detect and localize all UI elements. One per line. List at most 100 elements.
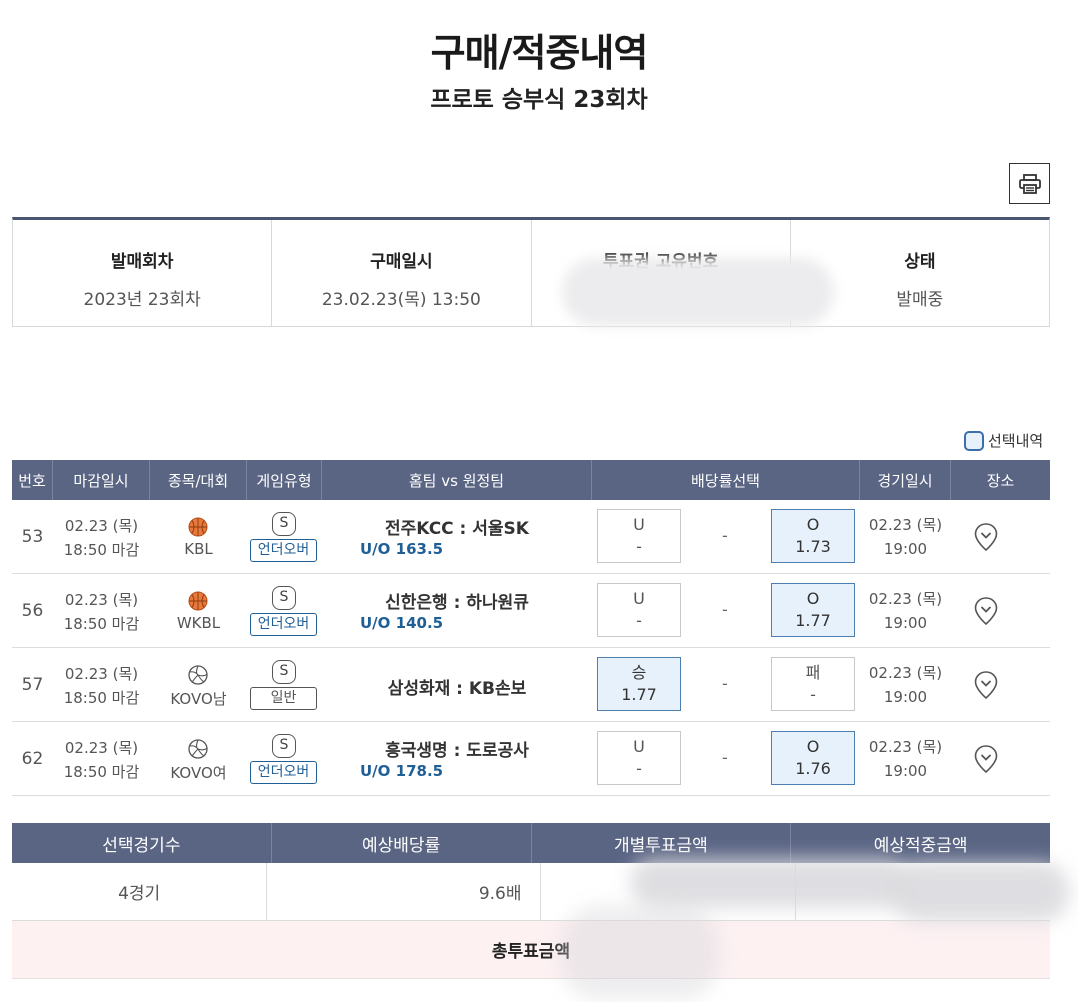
row-game-type: S 일반 [247, 648, 322, 721]
purchase-info-table: 발매회차 2023년 23회차 구매일시 23.02.23(목) 13:50 투… [12, 217, 1050, 327]
odds-value: 1.77 [795, 611, 831, 630]
row-match: 전주KCC : 서울SK [385, 519, 529, 539]
row-odds: U - - O 1.77 [592, 574, 860, 647]
page-subtitle: 프로토 승부식 23회차 [430, 87, 648, 113]
row-odds: U - - O 1.73 [592, 500, 860, 573]
odds-option-right[interactable]: O 1.73 [771, 509, 855, 563]
odds-option-left[interactable]: U- [597, 509, 681, 563]
summary-games-count: 4경기 [12, 863, 268, 920]
col-game-date: 경기일시 [860, 460, 951, 500]
volleyball-icon [188, 665, 208, 685]
total-amount-label: 총투표금액 [491, 942, 571, 962]
special-icon: S [272, 512, 296, 536]
map-pin-icon[interactable] [973, 596, 999, 626]
row-venue [951, 722, 1050, 795]
selection-legend-swatch [964, 430, 984, 451]
row-match: 신한은행 : 하나원큐 [385, 593, 529, 613]
map-pin-icon[interactable] [973, 670, 999, 700]
row-game-day: 02.23 (목) [868, 738, 943, 756]
row-game-time: 19:00 [883, 540, 928, 558]
row-teams: 전주KCC : 서울SK U/O 163.5 [322, 500, 592, 573]
row-teams: 흥국생명 : 도로공사 U/O 178.5 [322, 722, 592, 795]
info-purchase-date-label: 구매일시 [370, 252, 433, 272]
row-teams: 삼성화재 : KB손보 [322, 648, 592, 721]
page-title: 구매/적중내역 [430, 31, 649, 75]
odds-option-right[interactable]: O 1.77 [771, 583, 855, 637]
row-game-day: 02.23 (목) [868, 590, 943, 608]
row-venue [951, 500, 1050, 573]
row-sport: KOVO여 [150, 722, 247, 795]
row-venue [951, 648, 1050, 721]
row-deadline-time: 18:50 마감 [63, 689, 140, 707]
summary-expected-rate: 9.6배 [267, 863, 541, 920]
row-deadline: 02.23 (목) 18:50 마감 [53, 648, 150, 721]
row-number: 62 [21, 748, 44, 769]
basketball-icon [188, 591, 208, 611]
row-handicap: U/O 163.5 [360, 540, 444, 558]
row-game-time: 19:00 [883, 614, 928, 632]
map-pin-icon[interactable] [973, 744, 999, 774]
odds-value: 1.77 [621, 685, 657, 704]
table-row: 53 02.23 (목) 18:50 마감 KBL S 언더오버 전주KCC : 서울SK U… [12, 500, 1050, 574]
info-status: 상태 발매중 [791, 220, 1049, 326]
odds-label: U [633, 737, 645, 756]
row-odds: 승 1.77- 패 - [592, 648, 860, 721]
odds-label: O [806, 589, 820, 608]
row-deadline: 02.23 (목) 18:50 마감 [53, 722, 150, 795]
amount-redaction-1 [630, 858, 910, 908]
odds-label: U [633, 589, 645, 608]
special-icon: S [272, 586, 296, 610]
odds-option-left[interactable]: U- [597, 583, 681, 637]
game-type-tag: 언더오버 [250, 761, 317, 784]
odds-option-left[interactable]: U- [597, 731, 681, 785]
odds-option-right[interactable]: O 1.76 [771, 731, 855, 785]
info-purchase-date: 구매일시 23.02.23(목) 13:50 [272, 220, 532, 326]
row-deadline: 02.23 (목) 18:50 마감 [53, 500, 150, 573]
special-icon: S [272, 660, 296, 684]
odds-value: - [636, 759, 642, 778]
row-sport: KOVO남 [150, 648, 247, 721]
row-game-date: 02.23 (목) 19:00 [860, 574, 951, 647]
row-game-type: S 언더오버 [247, 722, 322, 795]
game-type-tag: 언더오버 [250, 539, 317, 562]
row-game-day: 02.23 (목) [868, 664, 943, 682]
col-deadline: 마감일시 [53, 460, 150, 500]
row-teams: 신한은행 : 하나원큐 U/O 140.5 [322, 574, 592, 647]
col-game-type: 게임유형 [247, 460, 322, 500]
col-teams: 홈팀 vs 원정팀 [322, 460, 592, 500]
table-row: 57 02.23 (목) 18:50 마감 KOVO남 S 일반 삼성화재 : KB손보 승 1… [12, 648, 1050, 722]
odds-option-right[interactable]: 패- [771, 657, 855, 711]
odds-option-left[interactable]: 승 1.77 [597, 657, 681, 711]
row-number: 56 [21, 600, 44, 621]
col-sport: 종목/대회 [150, 460, 247, 500]
print-button[interactable] [1009, 163, 1050, 204]
volleyball-icon [188, 739, 208, 759]
odds-label: O [806, 737, 820, 756]
printer-icon [1018, 173, 1041, 194]
odds-label: O [806, 515, 820, 534]
map-pin-icon[interactable] [973, 522, 999, 552]
basketball-icon [188, 517, 208, 537]
special-icon: S [272, 734, 296, 758]
summary-col-individual: 개별투표금액 [532, 823, 792, 863]
odds-label: 승 [631, 663, 647, 682]
odds-draw: - [722, 674, 728, 693]
summary-col-rate: 예상배당률 [272, 823, 532, 863]
col-odds: 배당률선택 [592, 460, 860, 500]
odds-value: - [636, 537, 642, 556]
odds-value: - [810, 685, 816, 704]
amount-redaction-3 [560, 905, 720, 1000]
game-table-body: 53 02.23 (목) 18:50 마감 KBL S 언더오버 전주KCC : 서울SK U… [12, 500, 1050, 796]
row-game-day: 02.23 (목) [868, 516, 943, 534]
row-game-time: 19:00 [883, 762, 928, 780]
odds-label: U [633, 515, 645, 534]
summary-header: 선택경기수 예상배당률 개별투표금액 예상적중금액 [12, 823, 1050, 863]
odds-value: 1.73 [795, 537, 831, 556]
row-league: KOVO남 [170, 690, 227, 708]
row-deadline-date: 02.23 (목) [64, 517, 139, 535]
game-type-tag: 언더오버 [250, 613, 317, 636]
info-round-value: 2023년 23회차 [83, 290, 201, 310]
row-deadline-time: 18:50 마감 [63, 541, 140, 559]
row-deadline-date: 02.23 (목) [64, 665, 139, 683]
row-league: KOVO여 [170, 764, 227, 782]
